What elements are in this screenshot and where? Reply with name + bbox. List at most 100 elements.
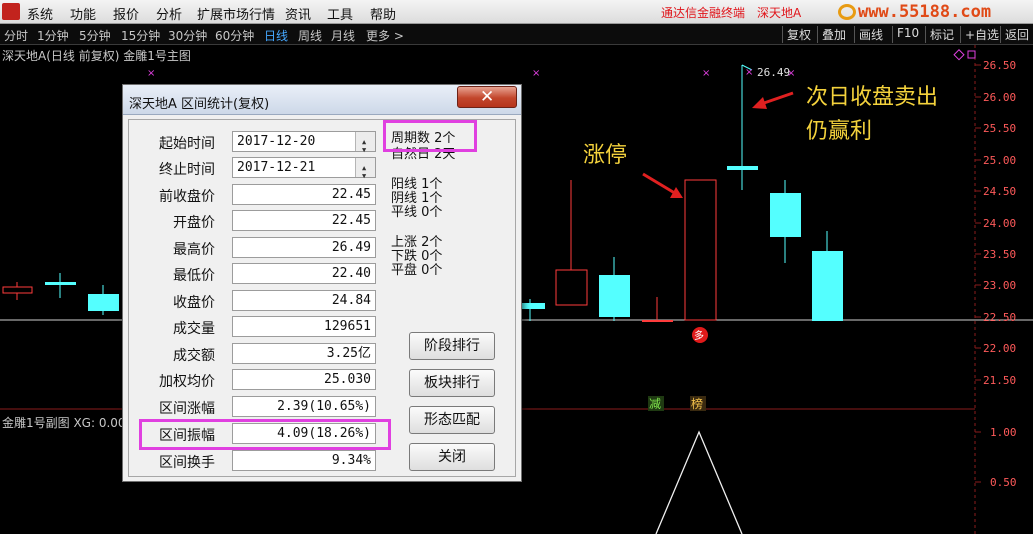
period-15min[interactable]: 15分钟 xyxy=(121,27,160,44)
start-time-label: 起始时间 xyxy=(159,136,215,152)
dialog-close-button[interactable]: ✕ xyxy=(457,86,517,108)
tool-rights-adjust[interactable]: 复权 xyxy=(782,26,811,43)
chart-option-icon[interactable] xyxy=(967,50,976,59)
signal-marker-x: × xyxy=(702,68,710,79)
field-value: 22.45 xyxy=(232,210,376,231)
field-label: 区间换手 xyxy=(159,455,215,471)
site-watermark: www.55188.com xyxy=(858,2,992,22)
end-time-input[interactable]: 2017-12-21 ▲ ▼ xyxy=(232,157,376,180)
sub-axis-tick: 0.50 xyxy=(990,476,1017,489)
sector-rank-button[interactable]: 板块排行 xyxy=(409,369,495,397)
annotation-next-day-line2: 仍赢利 xyxy=(806,119,873,144)
period-30min[interactable]: 30分钟 xyxy=(168,27,207,44)
app-logo-icon xyxy=(2,3,20,20)
period-5min[interactable]: 5分钟 xyxy=(79,27,111,44)
tool-mark[interactable]: 标记 xyxy=(925,26,954,43)
start-time-value: 2017-12-20 xyxy=(237,134,316,149)
dialog-body: 起始时间 2017-12-20 ▲ ▼ 终止时间 2017-12-21 ▲ ▼ 前收… xyxy=(128,119,516,477)
stat-rise: 上涨 2个 xyxy=(391,235,443,250)
field-value: 2.39(10.65%) xyxy=(232,396,376,417)
signal-marker-x: × xyxy=(147,68,155,79)
annotation-next-day-line1: 次日收盘卖出 xyxy=(806,85,939,110)
menu-analysis[interactable]: 分析 xyxy=(156,4,182,23)
start-time-spinner[interactable]: ▲ ▼ xyxy=(355,132,375,154)
period-toolbar: 分时 1分钟 5分钟 15分钟 30分钟 60分钟 日线 周线 月线 更多 > … xyxy=(0,24,1033,45)
field-label: 最低价 xyxy=(173,268,215,284)
stage-rank-button[interactable]: 阶段排行 xyxy=(409,332,495,360)
app-window: { "menu": { "items": ["系统","功能","报价","分析… xyxy=(0,0,1033,534)
menu-system[interactable]: 系统 xyxy=(27,4,53,23)
signal-marker-x: × xyxy=(532,68,540,79)
signal-jian-label: 减 xyxy=(649,397,661,411)
period-1min[interactable]: 1分钟 xyxy=(37,27,69,44)
tool-add-favorite[interactable]: +自选 xyxy=(960,26,999,43)
period-intraday[interactable]: 分时 xyxy=(4,27,28,44)
start-time-input[interactable]: 2017-12-20 ▲ ▼ xyxy=(232,131,376,154)
arrow-limit-up xyxy=(642,172,679,197)
price-tick: 24.50 xyxy=(983,185,1016,198)
price-tick: 22.50 xyxy=(983,311,1016,324)
main-chart-title: 深天地A(日线 前复权) 金雕1号主图 xyxy=(2,49,191,63)
arrow-next-day xyxy=(763,91,794,105)
stat-yin: 阴线 1个 xyxy=(391,191,443,206)
price-tick: 24.00 xyxy=(983,217,1016,230)
menu-tools[interactable]: 工具 xyxy=(327,4,353,23)
stat-flat: 平盘 0个 xyxy=(391,263,443,278)
interval-stats-dialog: 深天地A 区间统计(复权) ✕ 起始时间 2017-12-20 ▲ ▼ 终止时间 … xyxy=(122,84,522,482)
menu-extended-market[interactable]: 扩展市场行情 xyxy=(197,4,275,23)
close-icon: ✕ xyxy=(480,87,495,107)
period-weekly[interactable]: 周线 xyxy=(298,27,322,44)
stat-yang: 阳线 1个 xyxy=(391,177,443,192)
field-value: 26.49 xyxy=(232,237,376,258)
subchart-indicator-line xyxy=(655,430,743,534)
field-label: 加权均价 xyxy=(159,374,215,390)
tool-overlay[interactable]: 叠加 xyxy=(817,26,846,43)
field-label: 区间涨幅 xyxy=(159,401,215,417)
period-daily[interactable]: 日线 xyxy=(264,27,288,44)
price-axis: 26.50 26.00 25.50 25.00 24.50 24.00 23.5… xyxy=(975,59,1017,489)
signal-bang-label: 榜 xyxy=(691,396,703,411)
price-tick: 26.00 xyxy=(983,91,1016,104)
sub-axis-tick: 1.00 xyxy=(990,426,1017,439)
menu-bar: 系统 功能 报价 分析 扩展市场行情 资讯 工具 帮助 通达信金融终端 深天地A… xyxy=(0,0,1033,24)
pattern-match-button[interactable]: 形态匹配 xyxy=(409,406,495,434)
period-60min[interactable]: 60分钟 xyxy=(215,27,254,44)
menu-help[interactable]: 帮助 xyxy=(370,4,396,23)
signal-marker-x: × xyxy=(745,67,753,78)
stat-fall: 下跌 0个 xyxy=(391,249,443,264)
field-label: 开盘价 xyxy=(173,215,215,231)
menu-function[interactable]: 功能 xyxy=(70,4,96,23)
price-tick: 22.00 xyxy=(983,342,1016,355)
price-tick: 21.50 xyxy=(983,374,1016,387)
candle-up xyxy=(555,269,588,306)
close-button[interactable]: 关闭 xyxy=(409,443,495,471)
field-value: 22.40 xyxy=(232,263,376,284)
tool-f10[interactable]: F10 xyxy=(892,26,919,43)
field-value: 129651 xyxy=(232,316,376,337)
brand-terminal-link[interactable]: 通达信金融终端 xyxy=(661,4,745,21)
end-time-label: 终止时间 xyxy=(159,162,215,178)
end-time-spinner[interactable]: ▲ ▼ xyxy=(355,158,375,180)
dialog-titlebar[interactable]: 深天地A 区间统计(复权) ✕ xyxy=(123,85,521,115)
candle-down xyxy=(45,282,76,285)
menu-quote[interactable]: 报价 xyxy=(113,4,139,23)
tool-back[interactable]: 返回 xyxy=(1000,26,1029,43)
tool-draw-line[interactable]: 画线 xyxy=(854,26,883,43)
field-label: 成交额 xyxy=(173,348,215,364)
candle-down xyxy=(727,166,758,170)
period-monthly[interactable]: 月线 xyxy=(331,27,355,44)
stat-flat-line: 平线 0个 xyxy=(391,205,443,220)
candle-down xyxy=(812,251,843,321)
annotation-limit-up: 涨停 xyxy=(583,143,628,168)
field-label: 前收盘价 xyxy=(159,189,215,205)
sub-chart-title: 金雕1号副图 XG: 0.00 xyxy=(2,416,126,430)
candle-up xyxy=(2,286,33,294)
field-value: 24.84 xyxy=(232,290,376,311)
period-more[interactable]: 更多 > xyxy=(366,27,404,44)
chart-option-icon[interactable] xyxy=(953,49,965,61)
price-tick: 26.50 xyxy=(983,59,1016,72)
menu-info[interactable]: 资讯 xyxy=(285,4,311,23)
field-value: 25.030 xyxy=(232,369,376,390)
candle-up xyxy=(642,320,673,322)
brand-stock-link[interactable]: 深天地A xyxy=(757,4,801,21)
